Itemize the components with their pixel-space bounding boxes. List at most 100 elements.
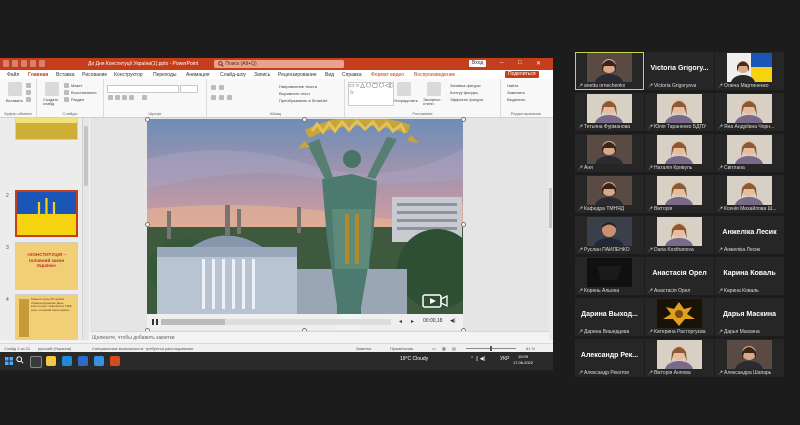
font-family-select[interactable] bbox=[107, 85, 179, 93]
system-tray-icons[interactable]: ⌃ ▯ ◀) bbox=[470, 356, 485, 362]
reset-button[interactable]: Восстановить bbox=[71, 90, 97, 95]
participant-tile[interactable]: 🎤Наталія Кривуль bbox=[645, 134, 714, 172]
resize-handle[interactable] bbox=[145, 222, 150, 227]
participant-tile[interactable]: 🎤Daria Kosthanova bbox=[645, 216, 714, 254]
sign-in-button[interactable]: Вход bbox=[469, 60, 487, 67]
store-icon[interactable] bbox=[78, 356, 88, 366]
slide-thumbnail-3[interactable]: «КОНСТИТУЦІЯ – головний закон України» bbox=[15, 242, 78, 290]
slide-thumbnail-2[interactable] bbox=[15, 190, 78, 237]
participant-tile[interactable]: 🎤Катерина Расторгуєва bbox=[645, 298, 714, 336]
tab-slideshow[interactable]: Слайд-шоу bbox=[220, 72, 246, 78]
participant-tile[interactable]: 🎤Корень Альона bbox=[575, 257, 644, 295]
sorter-view-icon[interactable]: ▦ bbox=[442, 346, 446, 351]
font-size-select[interactable] bbox=[180, 85, 198, 93]
participant-tile[interactable]: 🎤Руслан ПАЙЛЕНКО bbox=[575, 216, 644, 254]
participant-tile[interactable]: 🎤Вікторія bbox=[645, 175, 714, 213]
smartart-button[interactable]: Преобразовать в SmartArt bbox=[279, 98, 328, 103]
resize-handle[interactable] bbox=[302, 117, 307, 122]
language-indicator[interactable]: русский (Украина) bbox=[38, 346, 71, 351]
font-color-icon[interactable] bbox=[142, 95, 147, 100]
notes-button[interactable]: Заметки bbox=[356, 346, 371, 351]
resize-handle[interactable] bbox=[145, 117, 150, 122]
accessibility-indicator[interactable]: Специальные возможности: требуется рассл… bbox=[92, 346, 193, 351]
search-box[interactable]: Поиск (Alt+Q) bbox=[214, 60, 344, 68]
participant-tile[interactable]: 🎤Аня bbox=[575, 134, 644, 172]
numbering-icon[interactable] bbox=[219, 85, 224, 90]
align-right-icon[interactable] bbox=[227, 95, 232, 100]
taskbar-search-icon[interactable] bbox=[16, 356, 24, 364]
video-progress-track[interactable] bbox=[161, 319, 391, 325]
strikethrough-icon[interactable] bbox=[129, 95, 134, 100]
text-direction-button[interactable]: Направление текста bbox=[279, 84, 317, 89]
slide-thumbnail-4[interactable]: Кожного року 28 червня Україна відзначає… bbox=[15, 294, 78, 340]
forward-icon[interactable]: ▸ bbox=[411, 318, 414, 325]
save-icon[interactable] bbox=[12, 60, 18, 67]
tab-insert[interactable]: Вставка bbox=[56, 72, 75, 78]
reading-view-icon[interactable]: ▤ bbox=[452, 346, 456, 351]
video-object[interactable]: ◂ ▸ 00:00,18 ◀) bbox=[147, 119, 463, 330]
underline-icon[interactable] bbox=[122, 95, 127, 100]
participant-tile[interactable]: Анжеліка Лесик 🎤Анжеліка Лесик bbox=[715, 216, 784, 254]
resize-handle[interactable] bbox=[461, 222, 466, 227]
tab-file[interactable]: Файл bbox=[7, 72, 19, 78]
participant-tile[interactable]: Карина Коваль 🎤Карина Коваль bbox=[715, 257, 784, 295]
align-left-icon[interactable] bbox=[211, 95, 216, 100]
windows-start-icon[interactable] bbox=[5, 357, 13, 365]
copy-icon[interactable] bbox=[26, 90, 31, 95]
shape-outline-button[interactable]: Контур фигуры bbox=[450, 90, 478, 95]
file-explorer-icon[interactable] bbox=[46, 356, 56, 366]
quick-styles-icon[interactable] bbox=[427, 82, 441, 96]
maximize-icon[interactable]: □ bbox=[518, 60, 522, 66]
align-text-button[interactable]: Выровнять текст bbox=[279, 91, 310, 96]
participant-tile[interactable]: 🎤Александра Шапарь bbox=[715, 339, 784, 377]
section-button[interactable]: Раздел bbox=[71, 97, 84, 102]
participant-tile[interactable]: 🎤Кафедра ТМНЯД bbox=[575, 175, 644, 213]
bold-icon[interactable] bbox=[108, 95, 113, 100]
participant-tile[interactable]: Анастасія Орел 🎤Анастасія Орел bbox=[645, 257, 714, 295]
tab-transitions[interactable]: Переходы bbox=[153, 72, 176, 78]
arrange-icon[interactable] bbox=[397, 82, 411, 96]
volume-icon[interactable]: ◀) bbox=[450, 318, 456, 324]
participant-tile[interactable]: 🎤Яна Андріївна Чорн... bbox=[715, 93, 784, 131]
task-view-icon[interactable] bbox=[30, 356, 42, 368]
autosave-icon[interactable] bbox=[3, 60, 9, 67]
tab-video-format[interactable]: Формат видео bbox=[371, 72, 404, 78]
close-icon[interactable]: ✕ bbox=[536, 60, 541, 67]
cut-icon[interactable] bbox=[26, 83, 31, 88]
find-button[interactable]: Найти bbox=[507, 83, 518, 88]
format-painter-icon[interactable] bbox=[26, 97, 31, 102]
select-button[interactable]: Выделить bbox=[507, 97, 525, 102]
weather-widget[interactable]: 19°C Cloudy bbox=[400, 356, 428, 362]
shape-fill-button[interactable]: Заливка фигуры bbox=[450, 83, 481, 88]
redo-icon[interactable] bbox=[30, 60, 36, 67]
tab-record[interactable]: Запись bbox=[254, 72, 270, 78]
participant-tile[interactable]: Victoria Grigory... 🎤Victoria Grigoryeva bbox=[645, 52, 714, 90]
clock[interactable]: 15:09 17.06.2022 bbox=[508, 354, 538, 366]
participant-tile[interactable]: 🎤Світлана bbox=[715, 134, 784, 172]
participant-tile[interactable]: 🎤Олена Мартиненко bbox=[715, 52, 784, 90]
share-button[interactable]: Поделиться bbox=[505, 71, 539, 78]
tab-playback[interactable]: Воспроизведение bbox=[414, 72, 455, 78]
italic-icon[interactable] bbox=[115, 95, 120, 100]
tab-home[interactable]: Главная bbox=[28, 72, 48, 78]
slide-scrollbar[interactable] bbox=[548, 118, 553, 340]
zoom-level[interactable]: 81 % bbox=[526, 346, 535, 351]
slideshow-icon[interactable] bbox=[39, 60, 45, 67]
normal-view-icon[interactable]: ▭ bbox=[432, 346, 436, 351]
edge-browser-icon[interactable] bbox=[62, 356, 72, 366]
participant-tile[interactable]: Александр Рек... 🎤Александр Рекотов bbox=[575, 339, 644, 377]
shapes-gallery[interactable]: ▭○△⬠▢⬡◁▷⌒↗→⇒{}☆ bbox=[348, 82, 394, 106]
align-center-icon[interactable] bbox=[219, 95, 224, 100]
participant-tile[interactable]: Дарья Маскина 🎤Дарья Маскина bbox=[715, 298, 784, 336]
tab-review[interactable]: Рецензирование bbox=[278, 72, 317, 78]
participant-tile[interactable]: 🎤Вікторія Анпова bbox=[645, 339, 714, 377]
tab-draw[interactable]: Рисование bbox=[82, 72, 107, 78]
rewind-icon[interactable]: ◂ bbox=[399, 318, 402, 325]
thumbnails-scrollbar[interactable] bbox=[83, 118, 89, 340]
tab-help[interactable]: Справка bbox=[342, 72, 362, 78]
layout-button[interactable]: Макет bbox=[71, 83, 82, 88]
tab-animations[interactable]: Анимация bbox=[186, 72, 209, 78]
replace-button[interactable]: Заменить bbox=[507, 90, 525, 95]
slide-thumbnail-1[interactable] bbox=[15, 118, 78, 140]
zoom-app-icon[interactable] bbox=[94, 356, 104, 366]
